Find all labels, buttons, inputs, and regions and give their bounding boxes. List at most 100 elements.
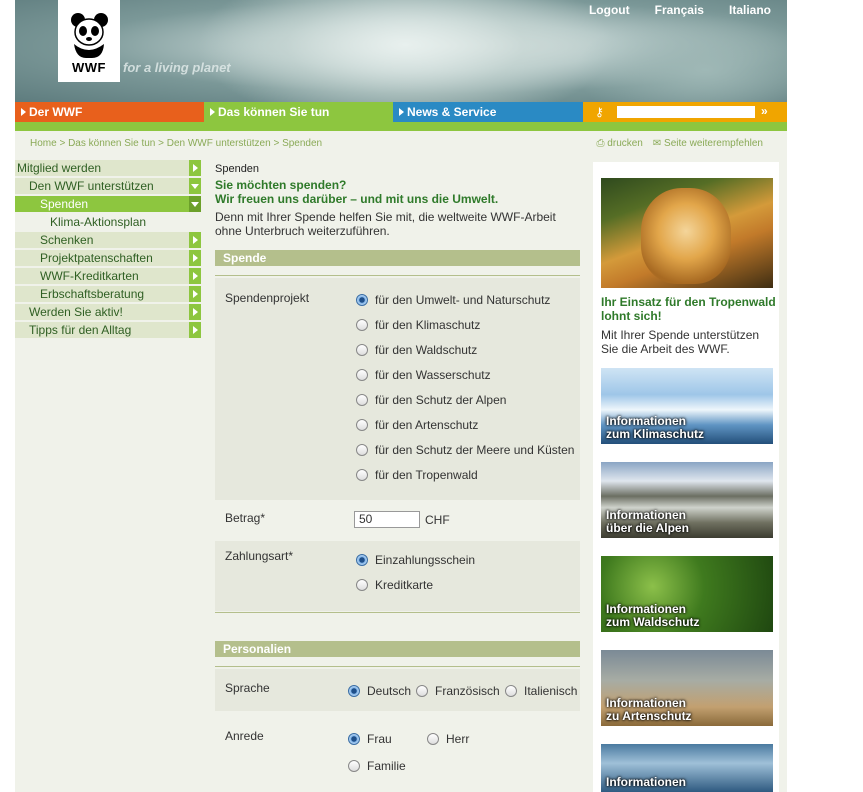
nav-tab-der-wwf[interactable]: Der WWF [15,102,204,122]
arrow-right-icon [189,250,201,266]
project-radio-arten[interactable]: für den Artenschutz [356,418,478,432]
header-banner: WWF for a living planet Logout Français … [15,0,787,102]
amount-input[interactable]: 50 [354,511,420,528]
arrow-right-icon [189,304,201,320]
tile-caption-line: über die Alpen [606,521,689,535]
nav-tab-das-koennen-sie-tun[interactable]: Das können Sie tun [204,102,393,122]
jaguar-image[interactable] [601,178,773,288]
search-input[interactable] [617,106,755,118]
salutation-radio-familie[interactable]: Familie [348,759,406,773]
key-icon: ⚷ [595,105,604,119]
radio-button[interactable] [427,733,439,745]
radio-button[interactable] [356,344,368,356]
sidemenu-item-wwf-kreditkarten[interactable]: WWF-Kreditkarten [15,268,201,284]
sidemenu-item-erbschaftsberatung[interactable]: Erbschaftsberatung [15,286,201,302]
sidemenu-item-tipps-fuer-den-alltag[interactable]: Tipps für den Alltag [15,322,201,338]
arrow-right-icon [399,108,404,116]
search-go-button[interactable]: » [761,104,768,118]
promo-title[interactable]: Ihr Einsatz für den Tropenwald lohnt sic… [601,295,779,323]
tile-alpen[interactable]: Informationen über die Alpen [601,462,773,538]
top-links: Logout Français Italiano [589,3,771,17]
sidemenu-label: Werden Sie aktiv! [29,305,123,319]
arrow-right-icon [189,268,201,284]
print-link[interactable]: ⎙ drucken [597,138,643,149]
sidemenu-item-projektpatenschaften[interactable]: Projektpatenschaften [15,250,201,266]
arrow-right-icon [189,232,201,248]
language-radio-franzoesisch[interactable]: Französisch [416,684,500,698]
logout-link[interactable]: Logout [589,3,630,17]
project-radio-meere[interactable]: für den Schutz der Meere und Küsten [356,443,574,457]
tile-artenschutz[interactable]: Informationen zu Artenschutz [601,650,773,726]
project-radio-tropenwald[interactable]: für den Tropenwald [356,468,478,482]
project-radio-wald[interactable]: für den Waldschutz [356,343,477,357]
search-area: ⚷ » [583,102,787,122]
project-radio-alpen[interactable]: für den Schutz der Alpen [356,393,506,407]
sidemenu-label: Mitglied werden [17,161,102,175]
arrow-down-icon [189,196,201,212]
radio-label: Frau [367,732,392,746]
sidemenu-label: Klima-Aktionsplan [50,215,147,229]
radio-label: für den Artenschutz [375,418,479,432]
radio-button[interactable] [356,294,368,306]
sidemenu-label: Spenden [40,197,89,211]
sidemenu-item-spenden[interactable]: Spenden [15,196,201,212]
radio-button[interactable] [356,369,368,381]
radio-button[interactable] [356,554,368,566]
salutation-radio-frau[interactable]: Frau [348,732,392,746]
tile-waldschutz[interactable]: Informationen zum Waldschutz [601,556,773,632]
radio-button[interactable] [356,444,368,456]
radio-button[interactable] [356,579,368,591]
tile-caption-line: zum Waldschutz [606,615,700,629]
breadcrumb[interactable]: Home > Das können Sie tun > Den WWF unte… [30,138,322,149]
radio-label: für den Tropenwald [375,468,478,482]
logo-text: WWF [72,60,106,75]
nav-tab-label: Das können Sie tun [218,105,330,119]
radio-button[interactable] [356,319,368,331]
radio-button[interactable] [416,685,428,697]
tagline: for a living planet [123,60,231,75]
radio-label: für den Umwelt- und Naturschutz [375,293,551,307]
radio-button[interactable] [505,685,517,697]
intro-line: Denn mit Ihrer Spende helfen Sie mit, di… [215,210,556,224]
sidemenu-item-mitglied-werden[interactable]: Mitglied werden [15,160,201,176]
radio-button[interactable] [348,733,360,745]
sidemenu-item-klima-aktionsplan[interactable]: Klima-Aktionsplan [15,214,201,230]
arrow-right-icon [189,322,201,338]
radio-label: Einzahlungsschein [375,553,476,567]
wave-image [195,0,615,102]
recommend-link[interactable]: ✉ Seite weiterempfehlen [653,138,763,149]
payment-radio-einzahlungsschein[interactable]: Einzahlungsschein [356,553,475,567]
language-radio-italienisch[interactable]: Italienisch [505,684,577,698]
sidemenu-item-schenken[interactable]: Schenken [15,232,201,248]
panda-icon [71,13,108,58]
radio-label: Italienisch [524,684,578,698]
radio-label: für den Klimaschutz [375,318,481,332]
language-link-italiano[interactable]: Italiano [729,3,771,17]
payment-radio-kreditkarte[interactable]: Kreditkarte [356,578,433,592]
sidemenu-label: WWF-Kreditkarten [40,269,139,283]
sidemenu-label: Tipps für den Alltag [29,323,132,337]
radio-button[interactable] [348,685,360,697]
language-link-francais[interactable]: Français [655,3,704,17]
radio-button[interactable] [348,760,360,772]
project-radio-wasser[interactable]: für den Wasserschutz [356,368,491,382]
salutation-radio-herr[interactable]: Herr [427,732,469,746]
print-label: drucken [607,138,643,149]
radio-button[interactable] [356,419,368,431]
intro-line: ohne Unterbruch weiterzuführen. [215,224,390,238]
wwf-logo[interactable]: WWF [58,0,120,82]
tile-klimaschutz[interactable]: Informationen zum Klimaschutz [601,368,773,444]
radio-label: Deutsch [367,684,412,698]
arrow-right-icon [210,108,215,116]
tile-caption: Informationen zum Waldschutz [606,603,700,629]
radio-button[interactable] [356,469,368,481]
radio-button[interactable] [356,394,368,406]
tile-meere[interactable]: Informationen [601,744,773,792]
project-radio-umwelt[interactable]: für den Umwelt- und Naturschutz [356,293,550,307]
sidemenu-item-den-wwf-unterstuetzen[interactable]: Den WWF unterstützen [15,178,201,194]
divider [215,612,580,613]
nav-tab-news-service[interactable]: News & Service [393,102,583,122]
language-radio-deutsch[interactable]: Deutsch [348,684,411,698]
sidemenu-item-werden-sie-aktiv[interactable]: Werden Sie aktiv! [15,304,201,320]
project-radio-klima[interactable]: für den Klimaschutz [356,318,480,332]
